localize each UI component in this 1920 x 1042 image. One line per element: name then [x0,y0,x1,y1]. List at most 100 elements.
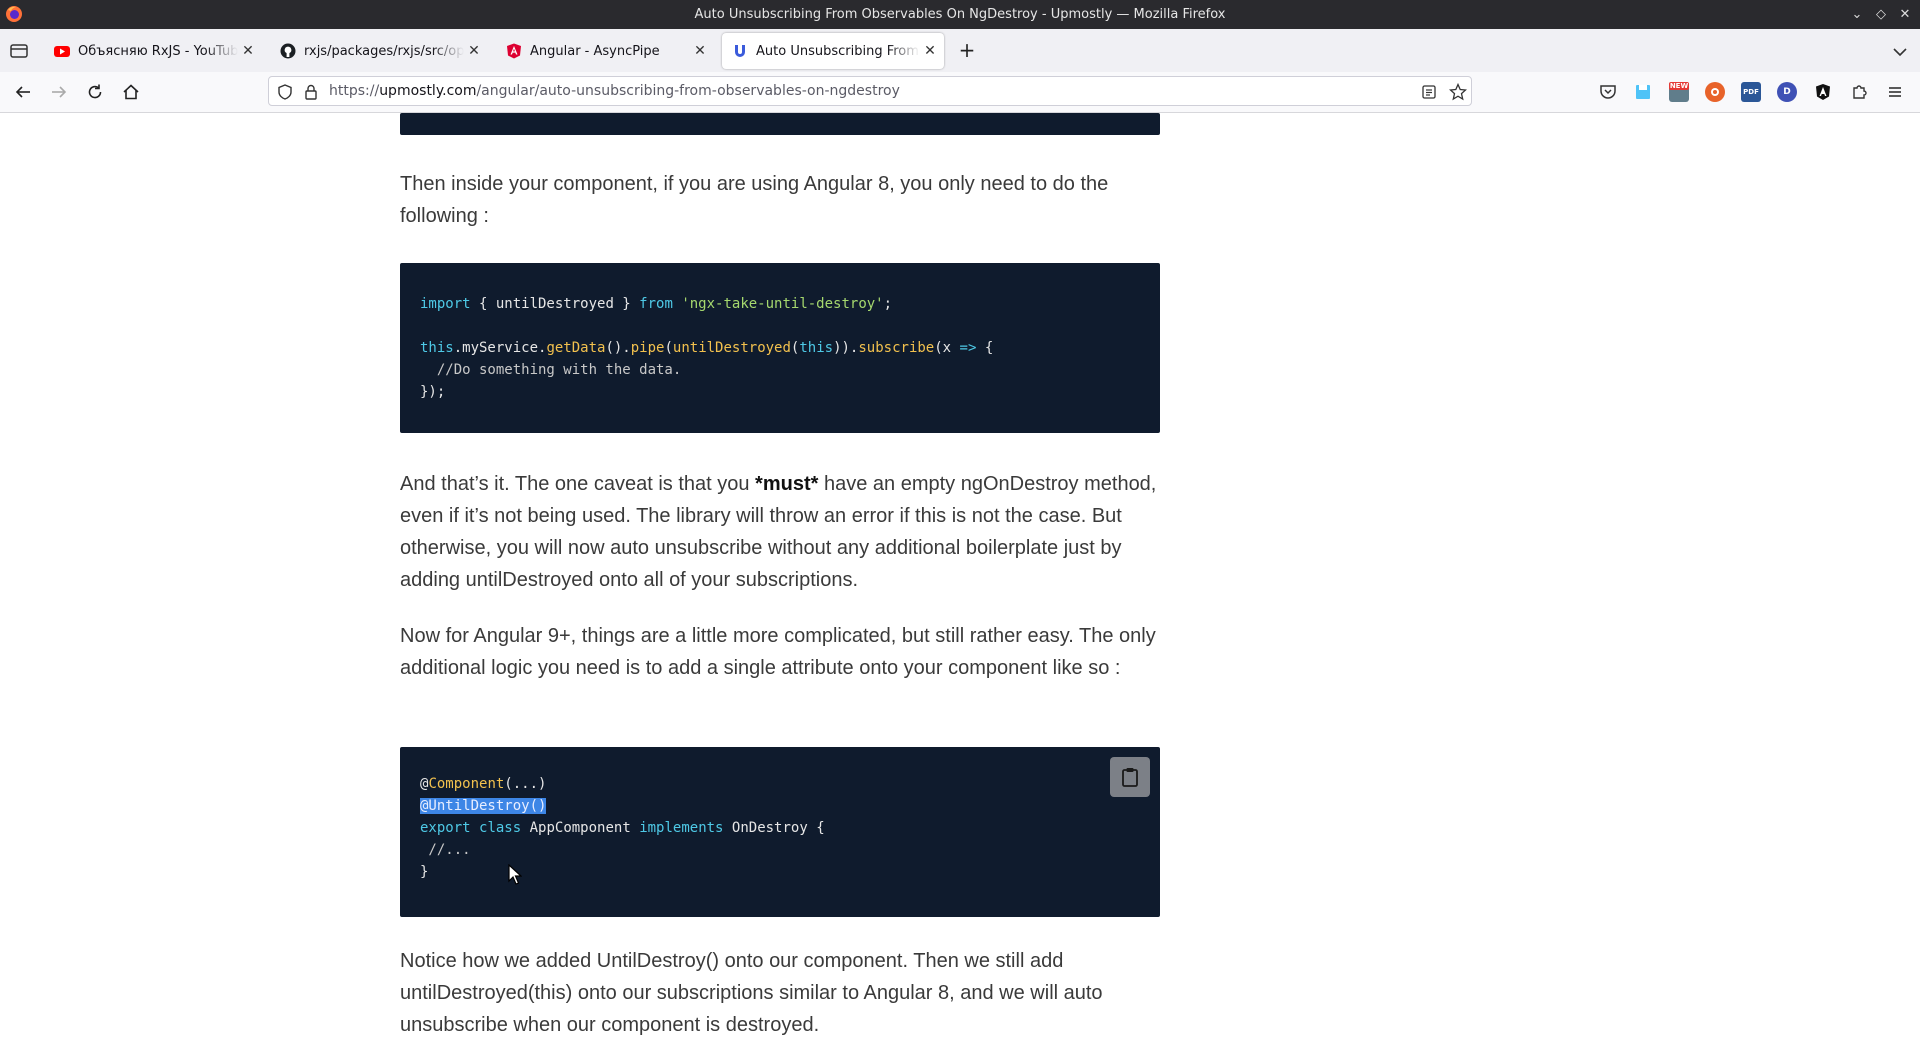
lock-icon[interactable] [304,84,318,100]
back-button[interactable] [11,80,35,104]
pdf-label: PDF [1743,88,1759,96]
article-paragraph-2: And that’s it. The one caveat is that yo… [400,468,1165,596]
code-token: this [799,340,834,356]
tab-label: Auto Unsubscribing From Observables [756,43,920,59]
code-token: import [420,296,471,312]
upmostly-icon [735,45,745,57]
code-block-angular8: import { untilDestroyed } from 'ngx-take… [400,263,1160,433]
home-icon [123,84,139,100]
paragraph-text: And that’s it. The one caveat is that yo… [400,473,756,495]
code-token: { untilDestroyed } [470,296,640,312]
tab-github[interactable]: rxjs/packages/rxjs/src/operators ✕ [270,33,488,69]
code-line: }); [420,384,446,400]
code-line: import { untilDestroyed } from 'ngx-take… [420,293,892,315]
code-token: (x [934,340,960,356]
page-content: Then inside your component, if you are u… [0,113,1920,1042]
code-token: )). [833,340,859,356]
close-tab-icon[interactable]: ✕ [920,43,940,59]
tab-angular[interactable]: Angular - AsyncPipe ✕ [496,33,714,69]
home-button[interactable] [119,80,143,104]
code-token: implements [639,820,724,836]
tab-strip: Объясняю RxJS - YouTube ✕ rxjs/packages/… [0,29,1920,72]
copy-code-button[interactable] [1110,757,1150,797]
pdf-icon[interactable]: PDF [1741,82,1761,102]
code-token: .myService. [453,340,547,356]
close-tab-icon[interactable]: ✕ [238,43,258,59]
new-badge-text: NEW [1668,82,1690,90]
code-token: this [420,340,454,356]
firefox-view-icon[interactable] [8,40,30,62]
mouse-cursor-icon [508,864,522,885]
code-token: 'ngx-take-until-destroy' [681,296,884,312]
clipboard-icon [1122,768,1138,787]
forward-button[interactable] [47,80,71,104]
maximize-icon[interactable]: ◇ [1870,0,1892,29]
angular-icon [507,43,521,59]
close-window-icon[interactable]: ✕ [1894,0,1916,29]
new-badge-icon[interactable]: NEW [1668,82,1690,102]
tab-label: Объясняю RxJS - YouTube [78,43,238,59]
window-title: Auto Unsubscribing From Observables On N… [694,7,1226,22]
reader-view-icon[interactable] [1421,84,1437,100]
article-paragraph-3: Now for Angular 9+, things are a little … [400,625,1156,679]
code-token: getData [546,340,606,356]
tab-youtube[interactable]: Объясняю RxJS - YouTube ✕ [44,33,262,69]
back-arrow-icon [15,86,30,98]
d-extension-icon[interactable]: D [1777,82,1797,102]
code-token: ; [883,296,893,312]
minimize-icon[interactable]: ⌄ [1846,0,1868,29]
code-token: OnDestroy { [723,820,825,836]
article-paragraph-1: Then inside your component, if you are u… [400,173,1109,227]
url-prefix: https:// [329,83,380,99]
url-domain: upmostly.com [379,83,477,99]
bookmark-star-icon[interactable] [1449,83,1467,101]
code-line: export class AppComponent implements OnD… [420,817,825,839]
extensions-puzzle-icon[interactable] [1849,82,1869,102]
angular-devtools-icon[interactable] [1813,82,1833,102]
github-icon [280,43,296,59]
code-line: @Component(...) [420,773,546,795]
code-line: } [420,864,429,880]
code-token: subscribe [858,340,935,356]
youtube-icon [54,46,70,57]
code-token: { [976,340,994,356]
window-titlebar: Auto Unsubscribing From Observables On N… [0,0,1920,29]
code-line: this.myService.getData().pipe(untilDestr… [420,337,993,359]
code-token: export [420,820,471,836]
tab-upmostly[interactable]: Auto Unsubscribing From Observables ✕ [722,33,944,69]
code-block-previous [400,113,1160,135]
navigation-toolbar: https://upmostly.com/angular/auto-unsubs… [0,72,1920,113]
url-path: /angular/auto-unsubscribing-from-observa… [476,83,900,99]
code-line: @UntilDestroy() [420,795,547,817]
code-token: AppComponent [521,820,640,836]
code-token: => [959,340,977,356]
code-line: //... [420,842,471,858]
code-token: pipe [630,340,665,356]
bookmark-save-icon[interactable] [1633,82,1653,102]
code-token: ( [664,340,673,356]
close-tab-icon[interactable]: ✕ [464,43,484,59]
code-token: (). [605,340,631,356]
reload-button[interactable] [83,80,107,104]
menu-icon[interactable] [1885,82,1905,102]
url-text[interactable]: https://upmostly.com/angular/auto-unsubs… [329,77,900,105]
pocket-icon[interactable] [1598,82,1618,102]
reload-icon [88,84,102,99]
close-tab-icon[interactable]: ✕ [690,43,710,59]
code-token: untilDestroyed [672,340,791,356]
code-token: from [639,296,673,312]
duckduckgo-icon[interactable] [1705,82,1725,102]
tracking-protection-shield-icon[interactable] [277,84,293,100]
address-bar[interactable]: https://upmostly.com/angular/auto-unsubs… [268,76,1472,106]
forward-arrow-icon [52,86,67,98]
selected-code-text[interactable]: @UntilDestroy() [420,798,547,814]
tab-label: Angular - AsyncPipe [530,43,660,59]
article-paragraph-4: Notice how we added UntilDestroy() onto … [400,950,1103,1036]
code-block-angular9: @Component(...) @UntilDestroy() export c… [400,747,1160,917]
d-extension-label: D [1783,87,1791,97]
new-tab-button[interactable]: + [955,39,979,63]
code-token: (...) [504,776,547,792]
list-all-tabs-icon[interactable] [1890,42,1910,62]
code-line: //Do something with the data. [420,362,682,378]
paragraph-bold-text: *must* [755,473,819,495]
